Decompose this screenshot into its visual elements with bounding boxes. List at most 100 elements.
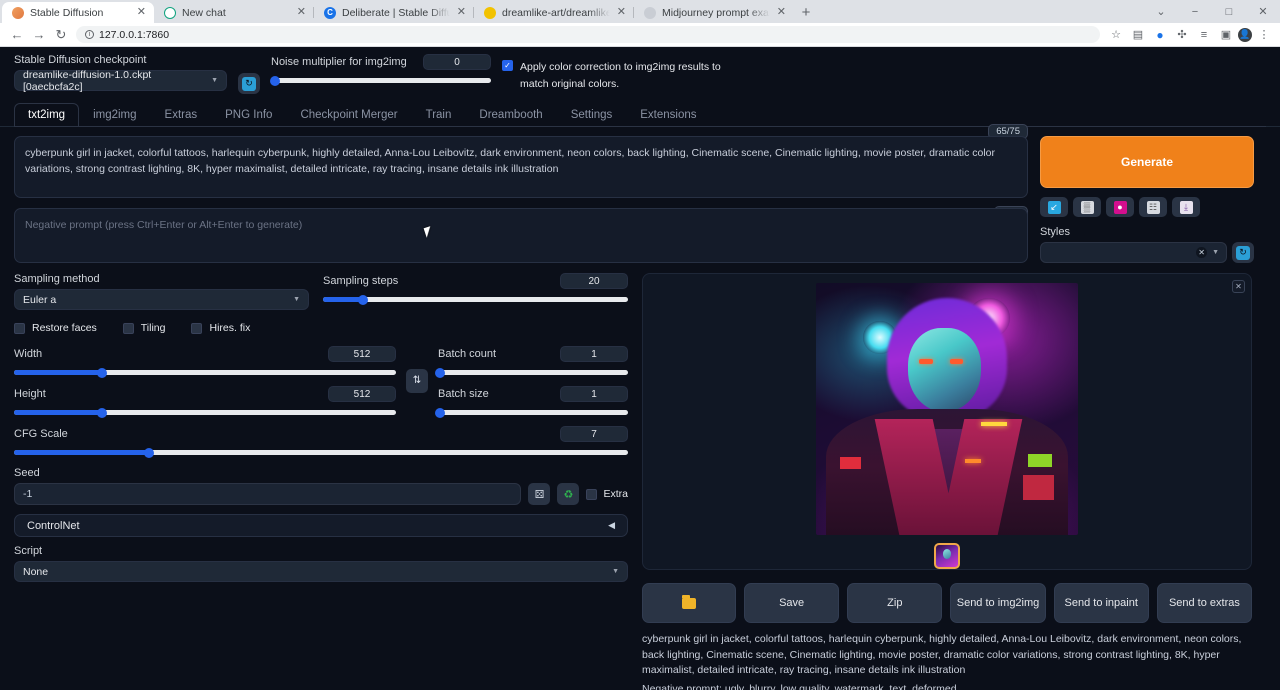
tab-txt2img[interactable]: txt2img <box>14 103 79 126</box>
back-icon[interactable]: ← <box>6 24 28 46</box>
reading-list-icon[interactable]: ≡ <box>1194 25 1214 45</box>
hires-fix-toggle[interactable]: Hires. fix <box>191 322 250 334</box>
tab-close-icon[interactable]: ✕ <box>296 7 307 18</box>
extra-seed-toggle[interactable]: Extra <box>586 488 628 500</box>
puzzle-icon[interactable]: ✣ <box>1172 25 1192 45</box>
positive-prompt-input[interactable]: cyberpunk girl in jacket, colorful tatto… <box>14 136 1028 198</box>
sampling-steps-slider[interactable] <box>323 297 628 302</box>
zip-button[interactable]: Zip <box>847 583 942 623</box>
clear-prompt-button[interactable]: ▒ <box>1073 197 1101 217</box>
maximize-button[interactable]: □ <box>1212 0 1246 23</box>
seed-input[interactable]: -1 <box>14 483 521 505</box>
site-info-icon[interactable]: i <box>85 30 94 39</box>
noise-multiplier-value[interactable]: 0 <box>423 54 491 70</box>
blue-circle-icon[interactable]: ● <box>1150 25 1170 45</box>
browser-tab-label: Midjourney prompt examples : L <box>662 7 770 19</box>
refresh-checkpoints-button[interactable]: ↻ <box>238 73 260 94</box>
negative-prompt-input[interactable]: Negative prompt (press Ctrl+Enter or Alt… <box>14 208 1028 263</box>
send-to-extras-button[interactable]: Send to extras <box>1157 583 1252 623</box>
cfg-scale-slider[interactable] <box>14 450 628 455</box>
batch-count-slider[interactable] <box>438 370 628 375</box>
restore-progress-button[interactable]: ☷ <box>1139 197 1167 217</box>
send-to-img2img-button[interactable]: Send to img2img <box>950 583 1045 623</box>
tab-search-icon[interactable]: ⌄ <box>1144 0 1178 23</box>
checkpoint-label: Stable Diffusion checkpoint <box>14 54 227 66</box>
noise-multiplier-slider[interactable] <box>271 78 491 83</box>
tab-close-icon[interactable]: ✕ <box>776 7 787 18</box>
script-select[interactable]: None ▼ <box>14 561 628 582</box>
tab-settings[interactable]: Settings <box>557 103 627 126</box>
generate-button[interactable]: Generate <box>1040 136 1254 188</box>
menu-icon[interactable]: ⋮ <box>1254 25 1274 45</box>
browser-tab-4[interactable]: Midjourney prompt examples : L ✕ <box>634 2 794 23</box>
color-correction-checkbox[interactable]: ✓ <box>502 60 513 71</box>
forward-icon[interactable]: → <box>28 24 50 46</box>
batch-size-value[interactable]: 1 <box>560 386 628 402</box>
checkpoint-select[interactable]: dreamlike-diffusion-1.0.ckpt [0aecbcfa2c… <box>14 70 227 91</box>
sampling-steps-value[interactable]: 20 <box>560 273 628 289</box>
random-seed-button[interactable]: ⚄ <box>528 483 550 505</box>
side-panel-icon[interactable]: ▣ <box>1216 25 1236 45</box>
send-to-inpaint-button[interactable]: Send to inpaint <box>1054 583 1149 623</box>
extensions-icon[interactable]: ▤ <box>1128 25 1148 45</box>
extra-checkbox[interactable] <box>586 489 597 500</box>
show-extra-networks-button[interactable]: ● <box>1106 197 1134 217</box>
browser-tab-3[interactable]: dreamlike-art/dreamlike-diffusio ✕ <box>474 2 634 23</box>
refresh-icon: ↻ <box>1236 246 1250 260</box>
batch-size-slider[interactable] <box>438 410 628 415</box>
address-bar[interactable]: i 127.0.0.1:7860 <box>76 26 1100 43</box>
generated-image[interactable] <box>816 283 1078 535</box>
new-tab-button[interactable]: + <box>794 2 818 23</box>
star-icon[interactable]: ☆ <box>1106 25 1126 45</box>
paste-prompt-button[interactable]: ↙ <box>1040 197 1068 217</box>
browser-tab-1[interactable]: New chat ✕ <box>154 2 314 23</box>
tab-close-icon[interactable]: ✕ <box>136 7 147 18</box>
styles-select[interactable]: ✕ ▼ <box>1040 242 1227 263</box>
tab-png-info[interactable]: PNG Info <box>211 103 286 126</box>
close-icon[interactable]: ✕ <box>1232 280 1245 293</box>
batch-count-value[interactable]: 1 <box>560 346 628 362</box>
tab-extensions[interactable]: Extensions <box>626 103 710 126</box>
tab-extras[interactable]: Extras <box>151 103 212 126</box>
cfg-scale-field: CFG Scale 7 <box>14 426 628 455</box>
generated-image-thumbnail[interactable] <box>934 543 960 569</box>
clear-icon[interactable]: ✕ <box>1196 247 1207 258</box>
tab-dreambooth[interactable]: Dreambooth <box>465 103 556 126</box>
controlnet-label: ControlNet <box>27 520 80 532</box>
save-button[interactable]: Save <box>744 583 839 623</box>
hires-fix-checkbox[interactable] <box>191 323 202 334</box>
browser-action-icons: ☆ ▤ ● ✣ ≡ ▣ 👤 ⋮ <box>1106 25 1274 45</box>
tab-train[interactable]: Train <box>412 103 466 126</box>
tab-close-icon[interactable]: ✕ <box>456 7 467 18</box>
refresh-styles-button[interactable]: ↻ <box>1232 242 1254 263</box>
swap-dimensions-button[interactable]: ⇅ <box>406 369 428 393</box>
sampling-method-select[interactable]: Euler a ▼ <box>14 289 309 310</box>
reuse-seed-button[interactable]: ♻ <box>557 483 579 505</box>
tab-checkpoint-merger[interactable]: Checkpoint Merger <box>286 103 411 126</box>
browser-tab-2[interactable]: C Deliberate | Stable Diffusion Che ✕ <box>314 2 474 23</box>
tab-img2img[interactable]: img2img <box>79 103 150 126</box>
reload-icon[interactable]: ↻ <box>50 24 72 46</box>
open-folder-button[interactable] <box>642 583 736 623</box>
controlnet-accordion[interactable]: ControlNet ◀ <box>14 514 628 537</box>
width-slider[interactable] <box>14 370 396 375</box>
profile-icon[interactable]: 👤 <box>1238 28 1252 42</box>
width-value[interactable]: 512 <box>328 346 396 362</box>
height-value[interactable]: 512 <box>328 386 396 402</box>
restore-faces-toggle[interactable]: Restore faces <box>14 322 97 334</box>
script-value: None <box>23 566 48 578</box>
tiling-toggle[interactable]: Tiling <box>123 322 166 334</box>
close-window-button[interactable]: ✕ <box>1246 0 1280 23</box>
restore-faces-checkbox[interactable] <box>14 323 25 334</box>
minimize-button[interactable]: − <box>1178 0 1212 23</box>
chevron-left-icon: ◀ <box>608 520 615 531</box>
color-correction-field[interactable]: ✓ Apply color correction to img2img resu… <box>502 59 732 94</box>
stable-diffusion-favicon <box>12 7 24 19</box>
tiling-checkbox[interactable] <box>123 323 134 334</box>
height-slider[interactable] <box>14 410 396 415</box>
tab-close-icon[interactable]: ✕ <box>616 7 627 18</box>
cfg-scale-value[interactable]: 7 <box>560 426 628 442</box>
browser-tab-0[interactable]: Stable Diffusion ✕ <box>2 2 154 23</box>
browser-tab-label: New chat <box>182 7 290 19</box>
save-style-button[interactable]: ⤓ <box>1172 197 1200 217</box>
